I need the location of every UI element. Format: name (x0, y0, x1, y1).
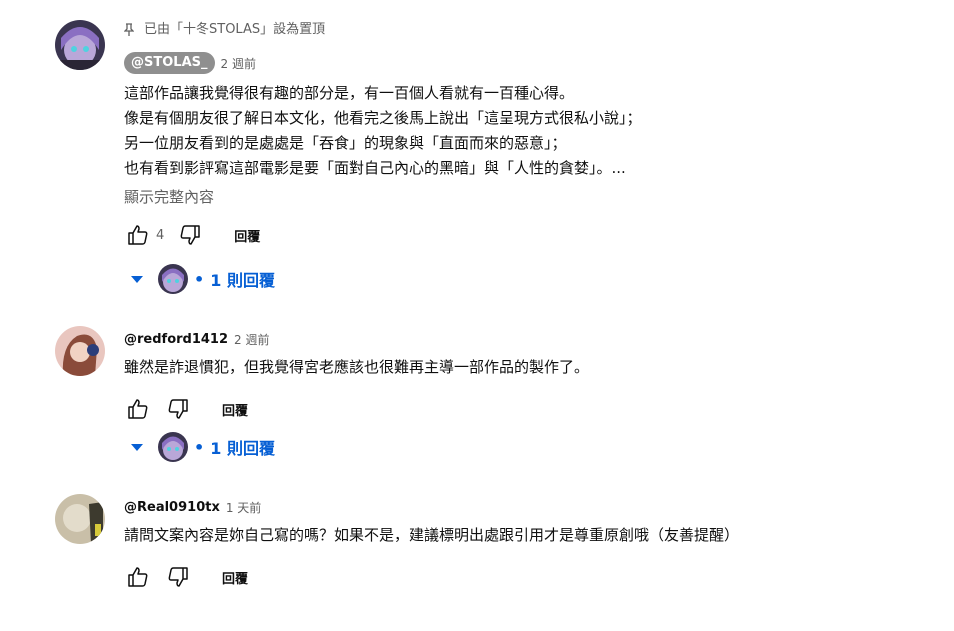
pin-icon (124, 22, 136, 38)
comment-line: 這部作品讓我覺得很有趣的部分是，有一百個人看就有一百種心得。 (124, 84, 575, 102)
replies-count-label[interactable]: 1 則回覆 (210, 435, 275, 459)
comment-line: 雖然是詐退慣犯，但我覺得宮老應該也很難再主導一部作品的製作了。 (124, 358, 590, 376)
comment-time[interactable]: 2 週前 (234, 331, 269, 348)
pinned-indicator: 已由「十冬STOLAS」設為置頂 (124, 20, 934, 40)
reply-button[interactable]: 回覆 (234, 226, 260, 245)
comment-time[interactable]: 2 週前 (221, 55, 256, 72)
show-more-link[interactable]: 顯示完整內容 (124, 186, 934, 208)
comment-text: 這部作品讓我覺得很有趣的部分是，有一百個人看就有一百種心得。 像是有個朋友很了解… (124, 81, 934, 181)
comment-time[interactable]: 1 天前 (226, 499, 261, 516)
like-count: 4 (156, 227, 165, 243)
avatar[interactable] (55, 494, 105, 544)
comment-line: 請問文案內容是妳自己寫的嗎？如果不是，建議標明出處跟引用才是尊重原創哦（友善提醒… (124, 526, 740, 544)
avatar[interactable] (55, 20, 105, 70)
comment-text: 雖然是詐退慣犯，但我覺得宮老應該也很難再主導一部作品的製作了。 (124, 355, 934, 380)
author-name[interactable]: @Real0910tx (124, 500, 220, 515)
caret-down-icon (130, 442, 144, 452)
thumb-down-icon[interactable] (164, 395, 192, 423)
thumb-down-icon[interactable] (164, 563, 192, 591)
avatar[interactable] (55, 326, 105, 376)
separator-dot: • (194, 269, 205, 289)
comment-line: 另一位朋友看到的是處處是「吞食」的現象與「直面而來的惡意」； (124, 134, 567, 152)
thumb-down-icon[interactable] (176, 221, 204, 249)
thumb-up-icon[interactable] (124, 563, 152, 591)
reply-author-avatar (158, 432, 188, 462)
comment-text: 請問文案內容是妳自己寫的嗎？如果不是，建議標明出處跟引用才是尊重原創哦（友善提醒… (124, 523, 934, 548)
reply-author-avatar (158, 264, 188, 294)
view-replies-button[interactable]: • 1 則回覆 (130, 264, 275, 294)
thumb-up-icon[interactable] (124, 221, 152, 249)
caret-down-icon (130, 274, 144, 284)
comment-line: 也有看到影評寫這部電影是要「面對自己內心的黑暗」與「人性的貪婪」。... (124, 159, 626, 177)
reply-button[interactable]: 回覆 (222, 568, 248, 587)
separator-dot: • (194, 437, 205, 457)
reply-button[interactable]: 回覆 (222, 400, 248, 419)
pinned-text: 已由「十冬STOLAS」設為置頂 (144, 22, 326, 37)
comment-line: 像是有個朋友很了解日本文化，他看完之後馬上說出「這呈現方式很私小說」； (124, 109, 642, 127)
thumb-up-icon[interactable] (124, 395, 152, 423)
replies-count-label[interactable]: 1 則回覆 (210, 267, 275, 291)
author-name[interactable]: @STOLAS_ (124, 52, 215, 74)
author-name[interactable]: @redford1412 (124, 332, 228, 347)
view-replies-button[interactable]: • 1 則回覆 (130, 432, 275, 462)
